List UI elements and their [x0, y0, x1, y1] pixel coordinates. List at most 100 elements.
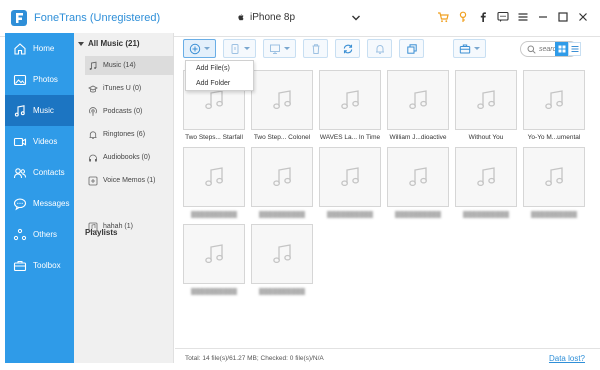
track-label: Yo-Yo M...umental	[527, 134, 581, 141]
track-tile[interactable]: Yo-Yo M...umental	[523, 70, 585, 141]
track-label: ██████████	[530, 211, 578, 218]
track-thumbnail[interactable]	[319, 147, 381, 207]
category-label: Podcasts (0)	[103, 108, 143, 115]
track-tile[interactable]: ██████████	[251, 224, 313, 295]
track-tile[interactable]: William J...dioactive	[387, 70, 449, 141]
nav-label: Contacts	[33, 168, 65, 177]
app-title: FoneTrans (Unregistered)	[34, 12, 161, 24]
music-note-icon	[409, 90, 427, 110]
category-item-ringtones[interactable]: Ringtones (6)	[88, 125, 174, 144]
podcast-icon	[89, 106, 97, 116]
category-item-voice-memos[interactable]: Voice Memos (1)	[88, 171, 174, 190]
list-view-button[interactable]	[568, 42, 581, 56]
category-label: Audiobooks (0)	[103, 154, 151, 161]
delete-icon	[312, 43, 319, 54]
music-note-icon	[341, 90, 359, 110]
nav-item-videos[interactable]: Videos	[5, 126, 74, 157]
track-label: Two Steps... Starfall	[185, 134, 243, 141]
nav-item-messages[interactable]: Messages	[5, 188, 74, 219]
ringtone-button[interactable]	[367, 39, 392, 58]
sync-icon	[343, 44, 352, 53]
track-thumbnail[interactable]	[455, 70, 517, 130]
track-thumbnail[interactable]	[523, 147, 585, 207]
track-thumbnail[interactable]	[251, 70, 313, 130]
track-tile[interactable]: ██████████	[183, 224, 245, 295]
list-view-icon	[571, 46, 578, 52]
add-button[interactable]	[183, 39, 216, 58]
grid-view-button[interactable]	[555, 42, 568, 56]
track-tile[interactable]: ██████████	[251, 147, 313, 218]
track-thumbnail[interactable]	[319, 70, 381, 130]
track-tile[interactable]: ██████████	[183, 147, 245, 218]
category-item-itunes-u[interactable]: iTunes U (0)	[88, 79, 174, 98]
maximize-icon[interactable]	[556, 10, 570, 24]
nav-item-music[interactable]: Music	[5, 95, 74, 126]
track-thumbnail[interactable]	[183, 224, 245, 284]
track-tile[interactable]: Two Step... Colonel	[251, 70, 313, 141]
toolbox-icon	[13, 260, 27, 271]
menu-item-add-folder[interactable]: Add Folder	[186, 76, 253, 91]
category-label: iTunes U (0)	[103, 85, 142, 92]
chevron-down-icon[interactable]	[351, 13, 361, 23]
nav-label: Music	[33, 106, 54, 115]
export-to-pc-icon	[270, 44, 280, 54]
track-thumbnail[interactable]	[523, 70, 585, 130]
facebook-icon[interactable]	[476, 10, 490, 24]
track-thumbnail[interactable]	[387, 70, 449, 130]
track-thumbnail[interactable]	[251, 224, 313, 284]
delete-button[interactable]	[303, 39, 328, 58]
home-icon	[14, 42, 26, 55]
track-tile[interactable]: ██████████	[523, 147, 585, 218]
data-lost-link[interactable]: Data lost?	[549, 354, 585, 363]
cart-icon[interactable]	[436, 10, 450, 24]
track-tile[interactable]: WAVES La... In Time	[319, 70, 381, 141]
view-toggle	[555, 42, 581, 56]
music-note-icon	[205, 167, 223, 187]
nav-label: Home	[33, 44, 55, 53]
caret-down-icon	[204, 47, 210, 50]
nav-item-home[interactable]: Home	[5, 33, 74, 64]
track-thumbnail[interactable]	[183, 147, 245, 207]
title-bar: FoneTrans (Unregistered) iPhone 8p	[0, 0, 600, 37]
track-label: ██████████	[190, 211, 238, 218]
music-note-icon	[341, 167, 359, 187]
close-icon[interactable]	[576, 10, 590, 24]
export-to-device-button[interactable]	[223, 39, 256, 58]
status-text: Total: 14 file(s)/61.27 MB; Checked: 0 f…	[185, 355, 324, 362]
device-selector[interactable]: iPhone 8p	[237, 11, 295, 23]
nav-label: Messages	[33, 199, 70, 208]
menu-icon[interactable]	[516, 10, 530, 24]
track-grid: Two Steps... Starfall Two Step... Colonel…	[183, 70, 593, 350]
playlist-item-hahah[interactable]: hahah (1)	[88, 217, 174, 236]
track-thumbnail[interactable]	[455, 147, 517, 207]
playlist-label: hahah (1)	[103, 223, 133, 230]
export-to-pc-button[interactable]	[263, 39, 296, 58]
category-item-music[interactable]: Music (14)	[85, 56, 174, 75]
playlist-icon	[88, 222, 98, 231]
menu-item-add-files[interactable]: Add File(s)	[186, 61, 253, 76]
track-tile[interactable]: ██████████	[387, 147, 449, 218]
key-icon[interactable]	[456, 10, 470, 24]
chat-icon[interactable]	[496, 10, 510, 24]
category-item-audiobooks[interactable]: Audiobooks (0)	[88, 148, 174, 167]
track-tile[interactable]: ██████████	[455, 147, 517, 218]
all-music-header[interactable]: All Music (21)	[78, 39, 140, 48]
nav-item-others[interactable]: Others	[5, 219, 74, 250]
track-thumbnail[interactable]	[251, 147, 313, 207]
nav-label: Toolbox	[33, 261, 61, 270]
audiobook-icon	[89, 154, 97, 161]
nav-item-toolbox[interactable]: Toolbox	[5, 250, 74, 281]
copy-button[interactable]	[399, 39, 424, 58]
toolbox-button[interactable]	[453, 39, 486, 58]
nav-label: Videos	[33, 137, 58, 146]
track-tile[interactable]: ██████████	[319, 147, 381, 218]
category-item-podcasts[interactable]: Podcasts (0)	[88, 102, 174, 121]
minimize-icon[interactable]	[536, 10, 550, 24]
music-note-icon	[545, 167, 563, 187]
sync-button[interactable]	[335, 39, 360, 58]
track-thumbnail[interactable]	[387, 147, 449, 207]
nav-item-contacts[interactable]: Contacts	[5, 157, 74, 188]
track-tile[interactable]: Without You	[455, 70, 517, 141]
nav-item-photos[interactable]: Photos	[5, 64, 74, 95]
track-label: ██████████	[462, 211, 510, 218]
